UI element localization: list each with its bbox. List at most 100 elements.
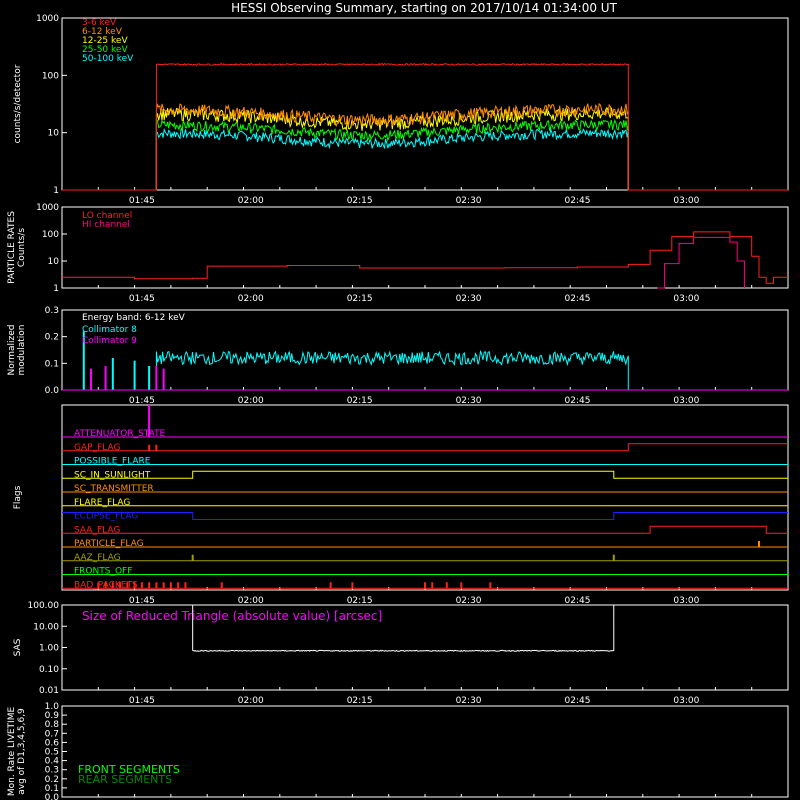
- flag-label: PARTICLE_FLAG: [74, 539, 144, 549]
- y-tick-label: 1.00: [39, 644, 59, 654]
- flag-label: SAA_FLAG: [74, 525, 120, 535]
- y-tick-label: 0.0: [45, 793, 60, 800]
- x-tick-label: 02:30: [456, 696, 482, 706]
- series-line: [62, 102, 788, 191]
- legend-entry: HI channel: [82, 220, 130, 230]
- y-tick-label: 0.0: [45, 386, 60, 396]
- flag-label: SC_IN_SUNLIGHT: [74, 470, 151, 480]
- series-line: [62, 106, 788, 191]
- x-tick-label: 02:00: [238, 294, 264, 304]
- y-axis-label-line: avg of D1,3,4,5,6,9: [17, 708, 27, 795]
- y-tick-label: 0.2: [45, 333, 59, 343]
- y-tick-label: 0.01: [39, 686, 59, 696]
- y-tick-label: 0.1: [45, 784, 59, 794]
- x-tick-label: 02:30: [456, 196, 482, 206]
- panel-sas: SAS 0.01 0.10 1.00 10.00 100.00 01:45 02:00 02:1…: [13, 601, 789, 706]
- plot-frame: [61, 17, 789, 191]
- legend-entry: Collimator 8: [82, 325, 137, 335]
- sas-annotation: Size of Reduced Triangle (absolute value…: [82, 609, 382, 623]
- figure-title: HESSI Observing Summary, starting on 201…: [231, 1, 617, 15]
- flag-label: AAZ_FLAG: [74, 553, 121, 563]
- y-axis-label-line: Mon. Rate LIVETIME: [7, 707, 17, 797]
- flag-line: [62, 470, 788, 479]
- y-axis-label-line: Normalized: [7, 324, 17, 375]
- y-axis-label: Mon. Rate LIVETIMEavg of D1,3,4,5,6,9: [7, 707, 27, 797]
- y-axis-label: counts/s/detector: [13, 64, 23, 143]
- flag-label: ECLIPSE_FLAG: [74, 512, 138, 522]
- series-line: [155, 349, 629, 391]
- x-tick-label: 02:15: [347, 294, 373, 304]
- panel-flags: Flags01:45 02:00 02:15 02:30 02:45 03:00ATTEN…: [13, 404, 789, 606]
- x-tick-label: 02:15: [347, 196, 373, 206]
- legend-entry: Collimator 9: [82, 336, 137, 346]
- flag-label: BAD_PACKETS: [74, 580, 138, 590]
- y-tick-label: 0.10: [39, 665, 59, 675]
- panel-livetime: Mon. Rate LIVETIMEavg of D1,3,4,5,6,9 0.0…: [7, 702, 789, 800]
- x-tick-label: 02:45: [564, 294, 590, 304]
- y-axis-label-line: counts/s/detector: [13, 64, 23, 143]
- y-tick-label: 10: [48, 129, 60, 139]
- y-tick-label: 0.2: [45, 775, 59, 785]
- series-line: [657, 236, 745, 289]
- y-axis-label-line: SAS: [13, 638, 23, 656]
- x-tick-label: 03:00: [673, 294, 699, 304]
- x-tick-label: 02:15: [347, 696, 373, 706]
- hessi-summary-figure: HESSI Observing Summary, starting on 201…: [7, 1, 789, 800]
- panel-count-rates: counts/s/detector 1 10 100 1000 01:45 02:00 02:…: [13, 14, 789, 206]
- y-tick-label: 1000: [36, 14, 59, 24]
- x-tick-label: 02:30: [456, 294, 482, 304]
- flag-label: SC_TRANSMITTER: [74, 484, 154, 494]
- y-tick-label: 100.00: [28, 601, 60, 611]
- legend-entry: REAR SEGMENTS: [78, 773, 172, 786]
- energy-band-annotation: Energy band: 6-12 keV: [82, 313, 186, 323]
- x-tick-label: 03:00: [673, 196, 699, 206]
- y-tick-label: 1000: [36, 203, 59, 213]
- flag-label: FRONTS_OFF: [74, 567, 132, 577]
- y-tick-label: 10.00: [33, 622, 59, 632]
- panel-particle-rates: PARTICLE RATESCounts/s 1 10 100 1000 01:45 02:…: [7, 203, 789, 304]
- y-tick-label: 1: [53, 186, 59, 196]
- y-axis-label-line: PARTICLE RATES: [7, 211, 17, 284]
- legend-entry: 50-100 keV: [82, 54, 134, 64]
- y-axis-label-line: modulation: [17, 325, 27, 376]
- series-line: [62, 119, 788, 191]
- plot-frame: [61, 404, 789, 591]
- y-axis-label-line: Flags: [13, 485, 23, 509]
- x-tick-label: 01:45: [129, 294, 155, 304]
- y-axis-label-line: Counts/s: [17, 228, 27, 267]
- y-tick-label: 0.5: [45, 748, 59, 758]
- y-tick-label: 100: [42, 230, 59, 240]
- y-axis-label: Flags: [13, 485, 23, 509]
- flag-line: [62, 525, 788, 534]
- y-tick-label: 0.6: [45, 738, 60, 748]
- flag-label: POSSIBLE_FLARE: [74, 457, 151, 467]
- y-axis-label: PARTICLE RATESCounts/s: [7, 211, 27, 284]
- y-tick-label: 0.3: [45, 306, 59, 316]
- y-tick-label: 100: [42, 71, 59, 81]
- flag-label: FLARE_FLAG: [74, 498, 130, 508]
- series-line: [62, 127, 788, 191]
- x-tick-label: 01:45: [129, 196, 155, 206]
- y-tick-label: 1.0: [45, 702, 60, 712]
- x-tick-label: 02:00: [238, 196, 264, 206]
- y-tick-label: 0.7: [45, 729, 59, 739]
- y-tick-label: 10: [48, 257, 60, 267]
- flag-label: ATTENUATOR_STATE: [74, 429, 166, 439]
- y-tick-label: 0.3: [45, 766, 59, 776]
- y-tick-label: 0.1: [45, 359, 59, 369]
- x-tick-label: 03:00: [673, 696, 699, 706]
- x-tick-label: 02:45: [564, 696, 590, 706]
- panel-modulation: Normalizedmodulation0.00.10.20.301:45 02:…: [7, 306, 789, 406]
- y-tick-label: 0.4: [45, 757, 60, 767]
- x-tick-label: 02:00: [238, 696, 264, 706]
- x-tick-label: 01:45: [129, 696, 155, 706]
- y-tick-label: 0.8: [45, 720, 60, 730]
- flag-label: GAP_FLAG: [74, 443, 120, 453]
- series-line: [62, 62, 788, 191]
- y-tick-label: 1: [53, 284, 59, 294]
- y-axis-label: SAS: [13, 638, 23, 656]
- panels: counts/s/detector 1 10 100 1000 01:45 02:00 02:…: [7, 14, 789, 800]
- x-tick-label: 02:45: [564, 196, 590, 206]
- y-axis-label: Normalizedmodulation: [7, 324, 27, 375]
- flag-line: [62, 512, 788, 520]
